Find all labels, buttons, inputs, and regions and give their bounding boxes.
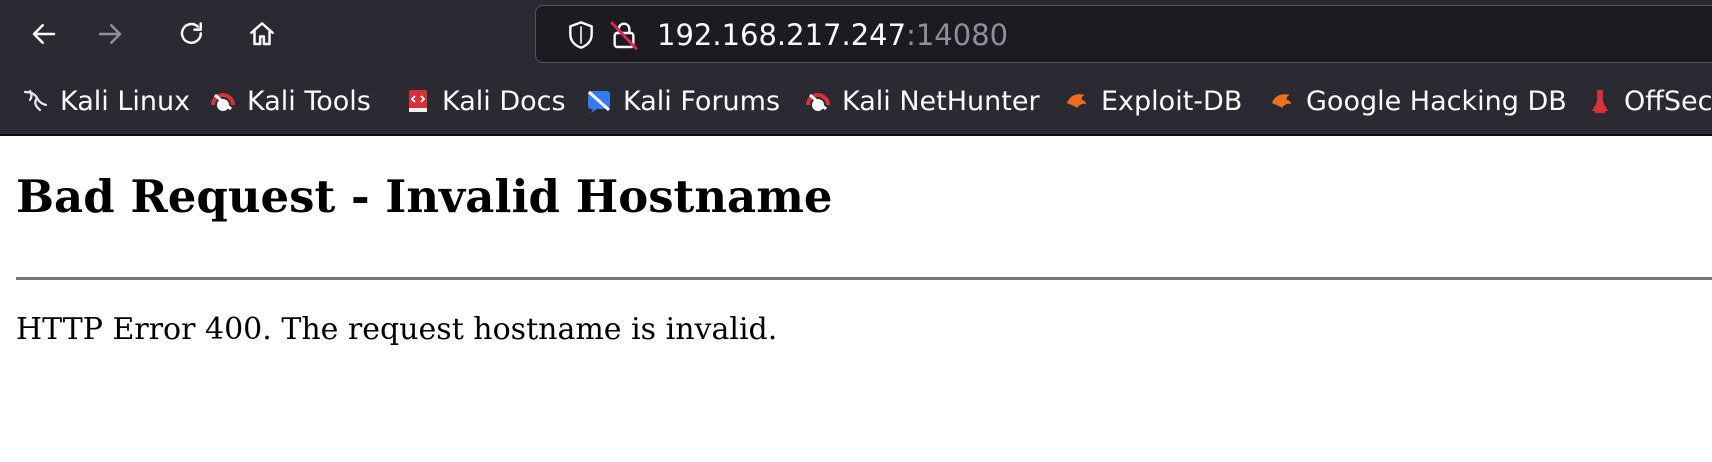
bookmark-kali-nethunter[interactable]: Kali NetHunter	[804, 68, 1040, 134]
reload-icon	[180, 22, 202, 44]
home-icon	[250, 22, 274, 46]
ghdb-icon	[1272, 94, 1291, 108]
arrow-right-icon	[98, 24, 122, 44]
bookmark-kali-forums[interactable]: Kali Forums	[585, 68, 780, 134]
bookmark-google-hacking-db[interactable]: Google Hacking DB	[1268, 68, 1567, 134]
bookmark-kali-docs[interactable]: Kali Docs	[404, 68, 566, 134]
bookmark-kali-tools[interactable]: Kali Tools	[209, 68, 371, 134]
forward-button[interactable]	[88, 12, 132, 56]
bookmark-kali-linux[interactable]: Kali Linux	[22, 68, 190, 134]
arrow-left-icon	[32, 24, 56, 44]
bookmark-label: OffSec	[1624, 85, 1712, 117]
divider	[16, 277, 1712, 280]
bookmark-exploit-db[interactable]: Exploit-DB	[1063, 68, 1242, 134]
url-port: :14080	[906, 18, 1009, 52]
bookmark-label: Kali NetHunter	[842, 85, 1040, 117]
home-button[interactable]	[240, 12, 284, 56]
bookmarks-toolbar: Kali Linux Kali Tools Kali Docs Kali For…	[0, 68, 1712, 136]
offsec-icon	[1592, 90, 1608, 113]
bookmark-label: Exploit-DB	[1101, 85, 1243, 117]
url-text[interactable]: 192.168.217.247:14080	[657, 6, 1008, 62]
bookmark-offsec[interactable]: OffSec	[1586, 68, 1712, 134]
bookmark-label: Kali Tools	[247, 85, 371, 117]
url-bar[interactable]: 192.168.217.247:14080	[535, 5, 1712, 63]
kali-docs-icon	[409, 90, 427, 112]
bookmark-label: Kali Linux	[60, 85, 191, 117]
page-content: Bad Request - Invalid Hostname HTTP Erro…	[0, 136, 1712, 462]
error-message: HTTP Error 400. The request hostname is …	[16, 312, 778, 347]
insecure-lock-icon[interactable]	[608, 19, 640, 51]
kali-nethunter-icon	[806, 93, 830, 111]
back-button[interactable]	[22, 12, 66, 56]
reload-button[interactable]	[170, 12, 214, 56]
url-host: 192.168.217.247	[657, 18, 907, 52]
bookmark-label: Google Hacking DB	[1306, 85, 1567, 117]
exploit-db-icon	[1067, 94, 1086, 108]
shield-icon[interactable]	[565, 19, 597, 51]
page-title: Bad Request - Invalid Hostname	[16, 170, 833, 223]
bookmark-label: Kali Forums	[623, 85, 781, 117]
kali-tools-icon	[211, 93, 235, 111]
browser-toolbar: 192.168.217.247:14080	[0, 0, 1712, 68]
kali-forums-icon	[587, 90, 611, 113]
bookmark-label: Kali Docs	[442, 85, 566, 117]
kali-dragon-icon	[23, 89, 48, 112]
